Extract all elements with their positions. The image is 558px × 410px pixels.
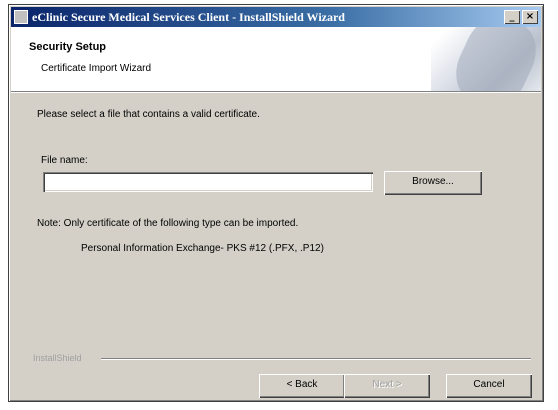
minimize-button[interactable]: _ (504, 10, 520, 24)
header-divider (11, 92, 541, 93)
next-button[interactable]: Next > (344, 374, 430, 398)
installshield-wizard-window: eClinic Secure Medical Services Client -… (8, 4, 544, 402)
header-title: Security Setup (29, 41, 107, 53)
header-graphic (431, 27, 541, 91)
instruction-text: Please select a file that contains a val… (37, 109, 260, 120)
app-icon (14, 10, 28, 24)
certificate-type-text: Personal Information Exchange- PKS #12 (… (81, 243, 324, 254)
installshield-brand-label: InstallShield (33, 353, 82, 363)
wizard-header: Security Setup Certificate Import Wizard (11, 27, 541, 92)
browse-button[interactable]: Browse... (384, 171, 482, 195)
note-text: Note: Only certificate of the following … (37, 218, 299, 229)
close-button[interactable]: × (522, 10, 538, 24)
window-title: eClinic Secure Medical Services Client -… (32, 9, 345, 24)
file-name-input[interactable] (43, 172, 373, 192)
header-subtitle: Certificate Import Wizard (41, 63, 152, 74)
cancel-button[interactable]: Cancel (446, 374, 532, 398)
footer-divider-highlight (101, 359, 531, 360)
title-bar-buttons: _ × (504, 10, 538, 24)
file-name-label: File name: (41, 155, 88, 166)
title-bar[interactable]: eClinic Secure Medical Services Client -… (11, 7, 541, 27)
back-button[interactable]: < Back (259, 374, 345, 398)
